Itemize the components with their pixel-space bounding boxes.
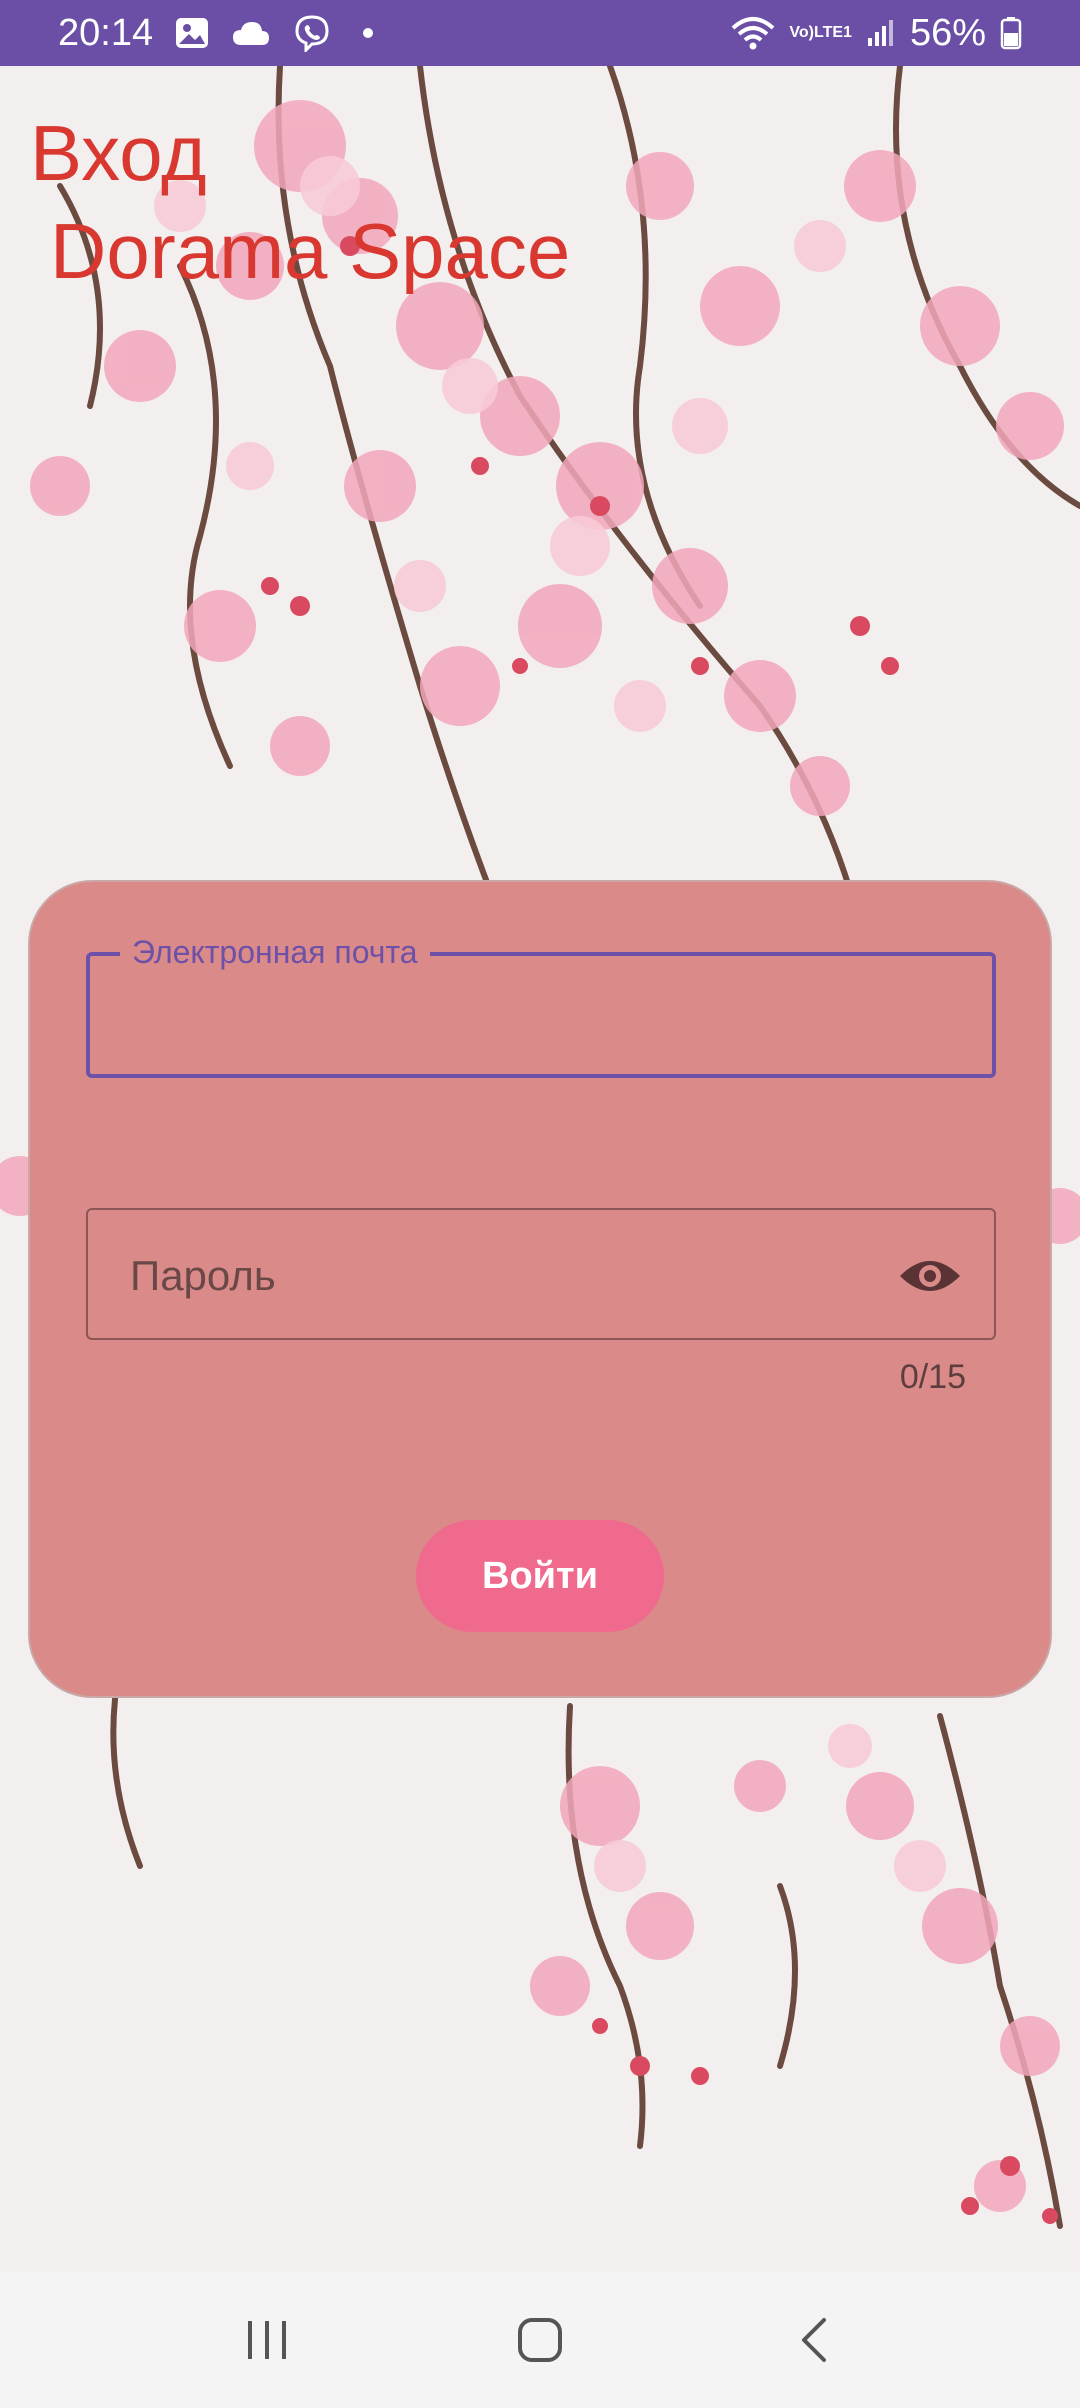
- volte-lte-icon: Vo) LTE1: [789, 24, 852, 41]
- recent-apps-icon[interactable]: [207, 2290, 327, 2390]
- battery-icon: [1000, 16, 1022, 50]
- signal-icon: [866, 18, 896, 48]
- email-input[interactable]: [118, 986, 968, 1046]
- back-icon[interactable]: [753, 2290, 873, 2390]
- password-field[interactable]: [86, 1208, 996, 1340]
- login-button[interactable]: Войти: [416, 1520, 664, 1632]
- viber-icon: [293, 14, 331, 52]
- wifi-icon: [731, 16, 775, 50]
- navigation-bar: [0, 2272, 1080, 2408]
- status-bar: 20:14 Vo) LTE1 56%: [0, 0, 1080, 66]
- login-card: Электронная почта 0/15 Войти: [28, 880, 1052, 1698]
- eye-icon[interactable]: [896, 1250, 964, 1302]
- home-icon[interactable]: [480, 2290, 600, 2390]
- status-time: 20:14: [58, 11, 154, 54]
- notification-dot: [363, 28, 374, 38]
- app-name-title: Dorama Space: [50, 207, 571, 295]
- gallery-icon: [175, 17, 209, 49]
- email-field[interactable]: Электронная почта: [86, 934, 996, 1078]
- email-field-label: Электронная почта: [120, 934, 430, 971]
- password-char-counter: 0/15: [899, 1358, 966, 1396]
- password-input[interactable]: [130, 1244, 830, 1308]
- login-screen: 20:14 Vo) LTE1 56% Вход Dorama Space Эле…: [0, 0, 1080, 2408]
- cloud-icon: [231, 19, 271, 47]
- screen-title: Вход: [30, 109, 207, 197]
- battery-percent: 56%: [909, 11, 986, 54]
